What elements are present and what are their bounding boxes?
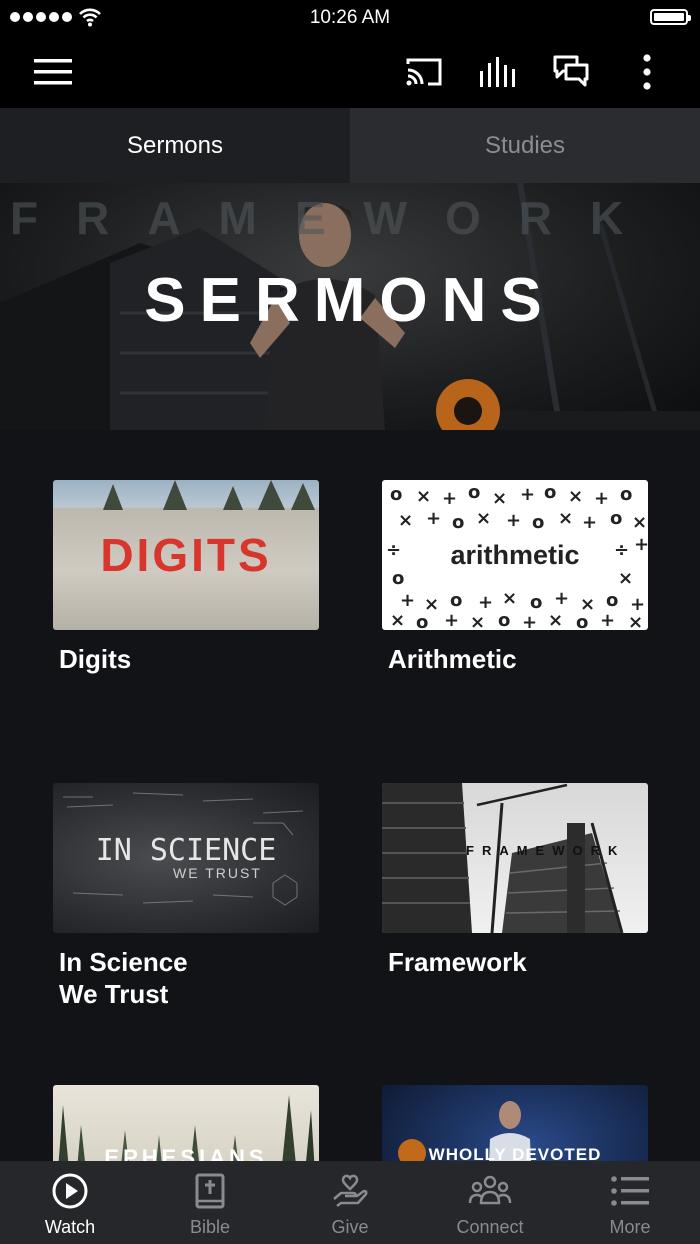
series-card-digits[interactable]: DIGITS Digits (53, 480, 319, 680)
hero-banner: FRAMEWORK SERMONS (0, 183, 700, 430)
thumb-text-wholly-devoted: WHOLLY DEVOTED (428, 1145, 602, 1161)
svg-text:o: o (452, 512, 464, 533)
tab-sermons[interactable]: Sermons (0, 108, 350, 183)
nav-label: Watch (44, 1217, 96, 1237)
thumb-text-digits: DIGITS (100, 529, 272, 581)
list-icon (611, 1176, 649, 1206)
svg-text:o: o (606, 590, 618, 611)
status-time: 10:26 AM (309, 7, 391, 28)
people-icon (468, 1175, 512, 1205)
svg-text:+: + (582, 512, 597, 533)
svg-text:o: o (544, 482, 556, 503)
svg-text:o: o (610, 508, 622, 529)
svg-text:×: × (502, 588, 517, 609)
svg-text:+: + (442, 488, 457, 509)
svg-text:+: + (594, 488, 609, 509)
svg-text:o: o (620, 484, 632, 505)
series-card-arithmetic[interactable]: o × + o × + o × + o × + o × + o × + o × ÷ ÷ + o × + × o + × o + × o + … (382, 480, 648, 680)
nav-connect[interactable]: Connect (420, 1161, 560, 1244)
nav-give[interactable]: Give (280, 1161, 420, 1244)
trees-silhouette (103, 480, 315, 510)
series-title-line-2: We Trust (59, 979, 169, 1009)
give-hand-heart-icon (333, 1174, 368, 1207)
svg-text:o: o (416, 612, 428, 630)
svg-text:o: o (450, 590, 462, 611)
svg-text:+: + (520, 484, 535, 505)
svg-text:o: o (498, 610, 510, 630)
series-card-in-science-we-trust[interactable]: IN SCIENCE WE TRUST In Science We Trust (53, 783, 319, 1013)
bottom-navigation: Watch Bible Give Connect More (0, 1161, 700, 1244)
thumb-text-we-trust: WE TRUST (173, 865, 262, 881)
bible-icon (195, 1173, 225, 1209)
status-bar: 10:26 AM (0, 0, 700, 36)
svg-text:+: + (506, 510, 521, 531)
series-title[interactable]: Arithmetic (388, 643, 658, 675)
nav-label: More (609, 1217, 651, 1237)
svg-text:×: × (548, 610, 563, 630)
menu-icon[interactable] (28, 36, 78, 108)
series-thumbnail[interactable]: IN SCIENCE WE TRUST (53, 783, 319, 933)
svg-text:o: o (530, 592, 542, 613)
svg-text:×: × (558, 508, 573, 529)
nav-label: Give (331, 1217, 369, 1237)
series-title[interactable]: In Science We Trust (59, 946, 329, 1010)
battery-icon (650, 9, 691, 25)
svg-text:+: + (600, 610, 615, 630)
svg-text:+: + (444, 610, 459, 630)
svg-text:×: × (628, 612, 643, 630)
series-thumbnail[interactable]: WHOLLY DEVOTED (382, 1085, 648, 1161)
svg-text:o: o (468, 482, 480, 503)
svg-text:+: + (478, 592, 493, 613)
series-card-framework[interactable]: FRAMEWORK Framework (382, 783, 648, 1013)
thumb-text-in-science: IN SCIENCE (95, 833, 277, 868)
nav-watch[interactable]: Watch (0, 1161, 140, 1244)
hero-title: SERMONS (144, 266, 556, 335)
svg-text:×: × (416, 486, 431, 507)
play-circle-icon (52, 1173, 88, 1209)
nav-bible[interactable]: Bible (140, 1161, 280, 1244)
tab-studies[interactable]: Studies (350, 108, 700, 183)
svg-text:o: o (392, 568, 404, 589)
svg-text:×: × (398, 510, 413, 531)
cast-icon[interactable] (400, 36, 448, 108)
thumb-text-ephesians: EPHESIANS (104, 1145, 268, 1161)
top-toolbar (0, 36, 700, 108)
series-title[interactable]: Digits (59, 643, 329, 675)
svg-text:×: × (492, 488, 507, 509)
svg-text:+: + (554, 588, 569, 609)
series-title-line-1: In Science (59, 947, 188, 977)
thumb-text-arithmetic: arithmetic (450, 540, 580, 570)
nav-label: Bible (189, 1217, 231, 1237)
nav-label: Connect (456, 1217, 524, 1237)
audio-bars-icon[interactable] (474, 36, 522, 108)
series-card-ephesians[interactable]: EPHESIANS (53, 1085, 319, 1161)
svg-text:×: × (476, 508, 491, 529)
svg-text:+: + (522, 612, 537, 630)
svg-text:o: o (576, 612, 588, 630)
more-vertical-icon[interactable] (630, 36, 664, 108)
svg-text:+: + (400, 590, 415, 611)
segment-tabs: Sermons Studies (0, 108, 700, 183)
svg-text:×: × (470, 612, 485, 630)
series-thumbnail[interactable]: FRAMEWORK (382, 783, 648, 933)
svg-text:×: × (568, 486, 583, 507)
svg-text:o: o (532, 512, 544, 533)
construction-photo (382, 783, 624, 933)
svg-text:o: o (390, 484, 402, 505)
series-title[interactable]: Framework (388, 946, 658, 978)
svg-text:×: × (390, 610, 405, 630)
chat-icon[interactable] (548, 36, 596, 108)
hero-backdrop-text: FRAMEWORK (10, 192, 662, 244)
svg-text:×: × (618, 568, 633, 589)
svg-text:+: + (426, 508, 441, 529)
series-thumbnail[interactable]: DIGITS (53, 480, 319, 630)
series-card-wholly-devoted[interactable]: WHOLLY DEVOTED (382, 1085, 648, 1161)
thumb-text-framework: FRAMEWORK (466, 843, 626, 858)
svg-text:×: × (632, 512, 647, 533)
series-thumbnail[interactable]: EPHESIANS (53, 1085, 319, 1161)
series-thumbnail[interactable]: o × + o × + o × + o × + o × + o × + o × ÷ ÷ + o × + × o + × o + × o + … (382, 480, 648, 630)
nav-more[interactable]: More (560, 1161, 700, 1244)
